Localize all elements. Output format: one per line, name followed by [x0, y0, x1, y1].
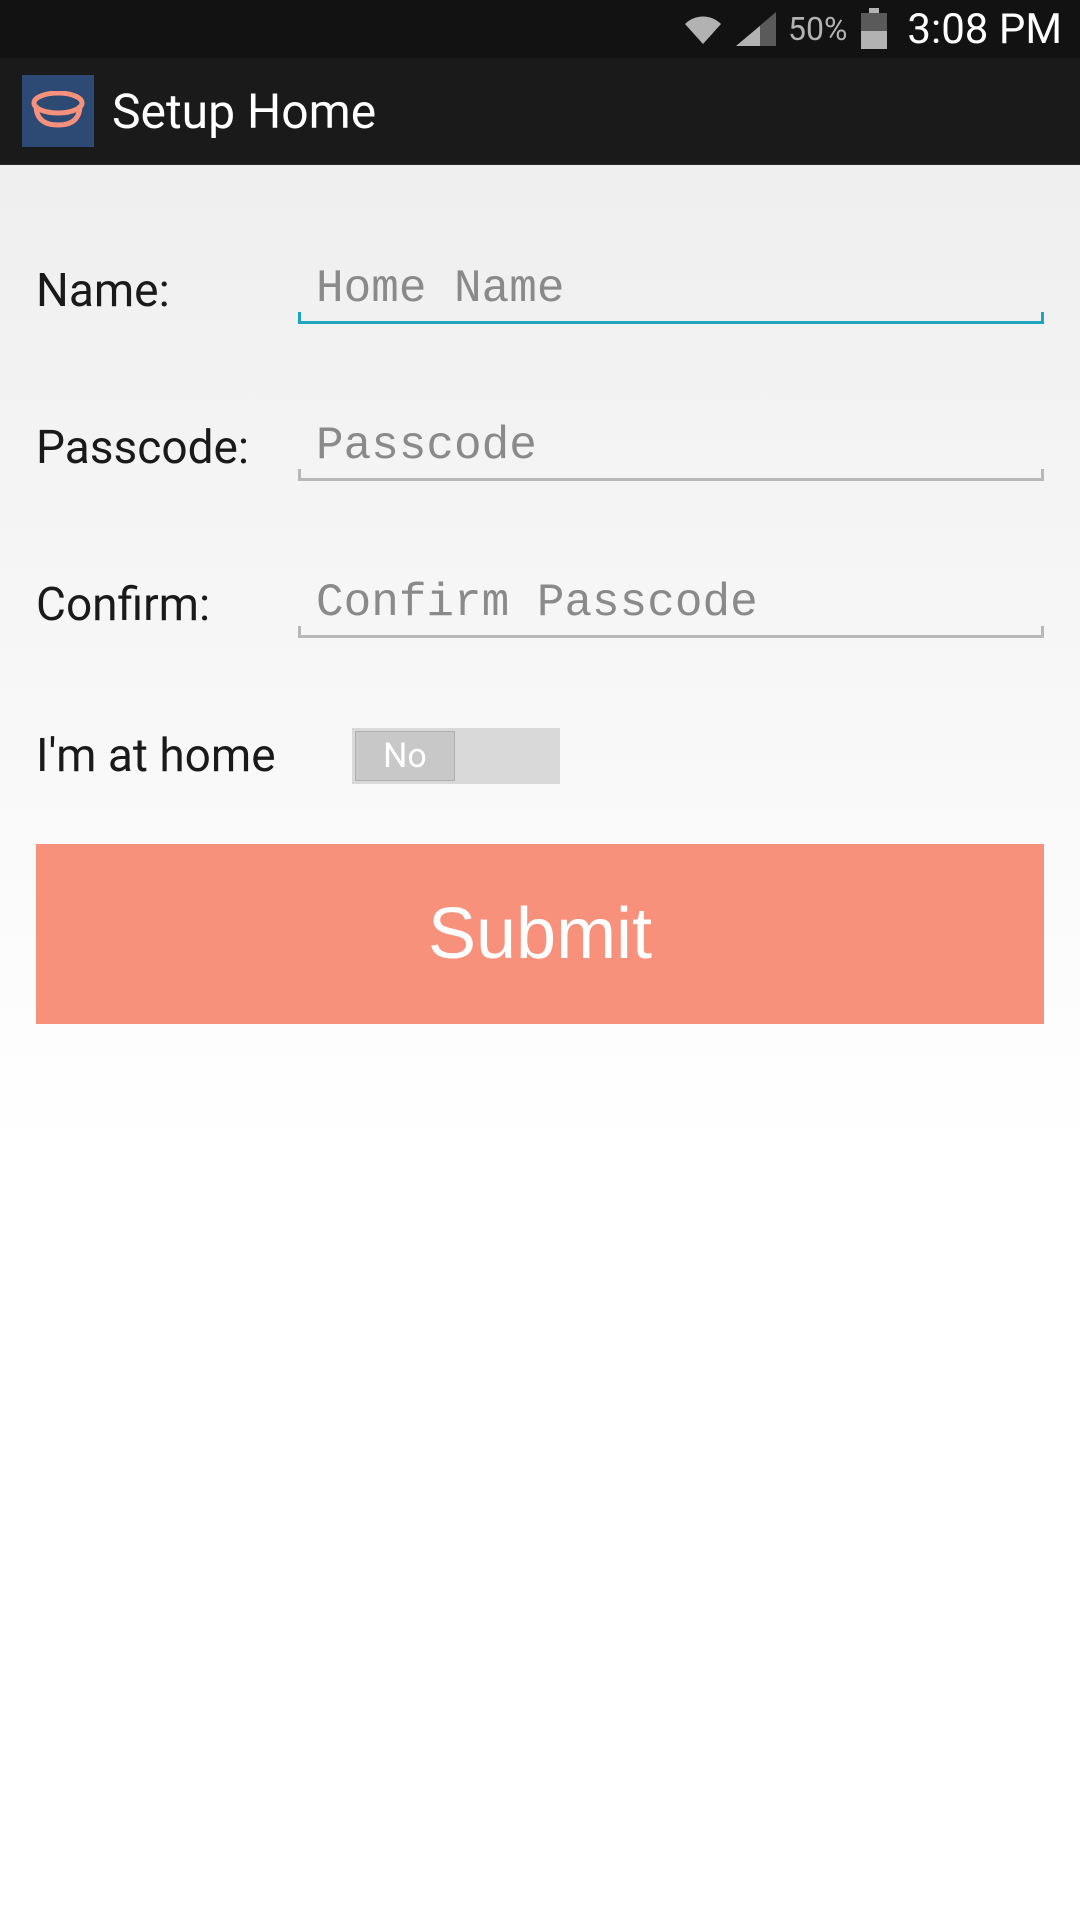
at-home-label: I'm at home	[36, 729, 352, 783]
at-home-row: I'm at home No	[36, 728, 1044, 784]
app-icon	[22, 75, 94, 147]
confirm-label: Confirm:	[36, 578, 298, 632]
status-bar: 50% 3:08 PM	[0, 0, 1080, 58]
status-time: 3:08 PM	[907, 5, 1062, 54]
name-label: Name:	[36, 264, 298, 318]
battery-icon	[859, 8, 889, 50]
form-container: Name: Passcode: Confirm: I'm at home No …	[0, 165, 1080, 1024]
passcode-input[interactable]	[298, 414, 1044, 478]
name-input[interactable]	[298, 257, 1044, 321]
bowl-icon	[30, 91, 86, 131]
cell-signal-icon	[736, 12, 776, 46]
confirm-input[interactable]	[298, 571, 1044, 635]
app-title: Setup Home	[112, 83, 376, 140]
at-home-toggle[interactable]: No	[352, 728, 560, 784]
confirm-row: Confirm:	[36, 571, 1044, 638]
toggle-thumb: No	[355, 731, 455, 781]
battery-percent: 50%	[788, 10, 847, 48]
passcode-label: Passcode:	[36, 421, 298, 475]
submit-button[interactable]: Submit	[36, 844, 1044, 1024]
app-bar: Setup Home	[0, 58, 1080, 165]
passcode-row: Passcode:	[36, 414, 1044, 481]
name-row: Name:	[36, 257, 1044, 324]
wifi-icon	[682, 12, 724, 46]
